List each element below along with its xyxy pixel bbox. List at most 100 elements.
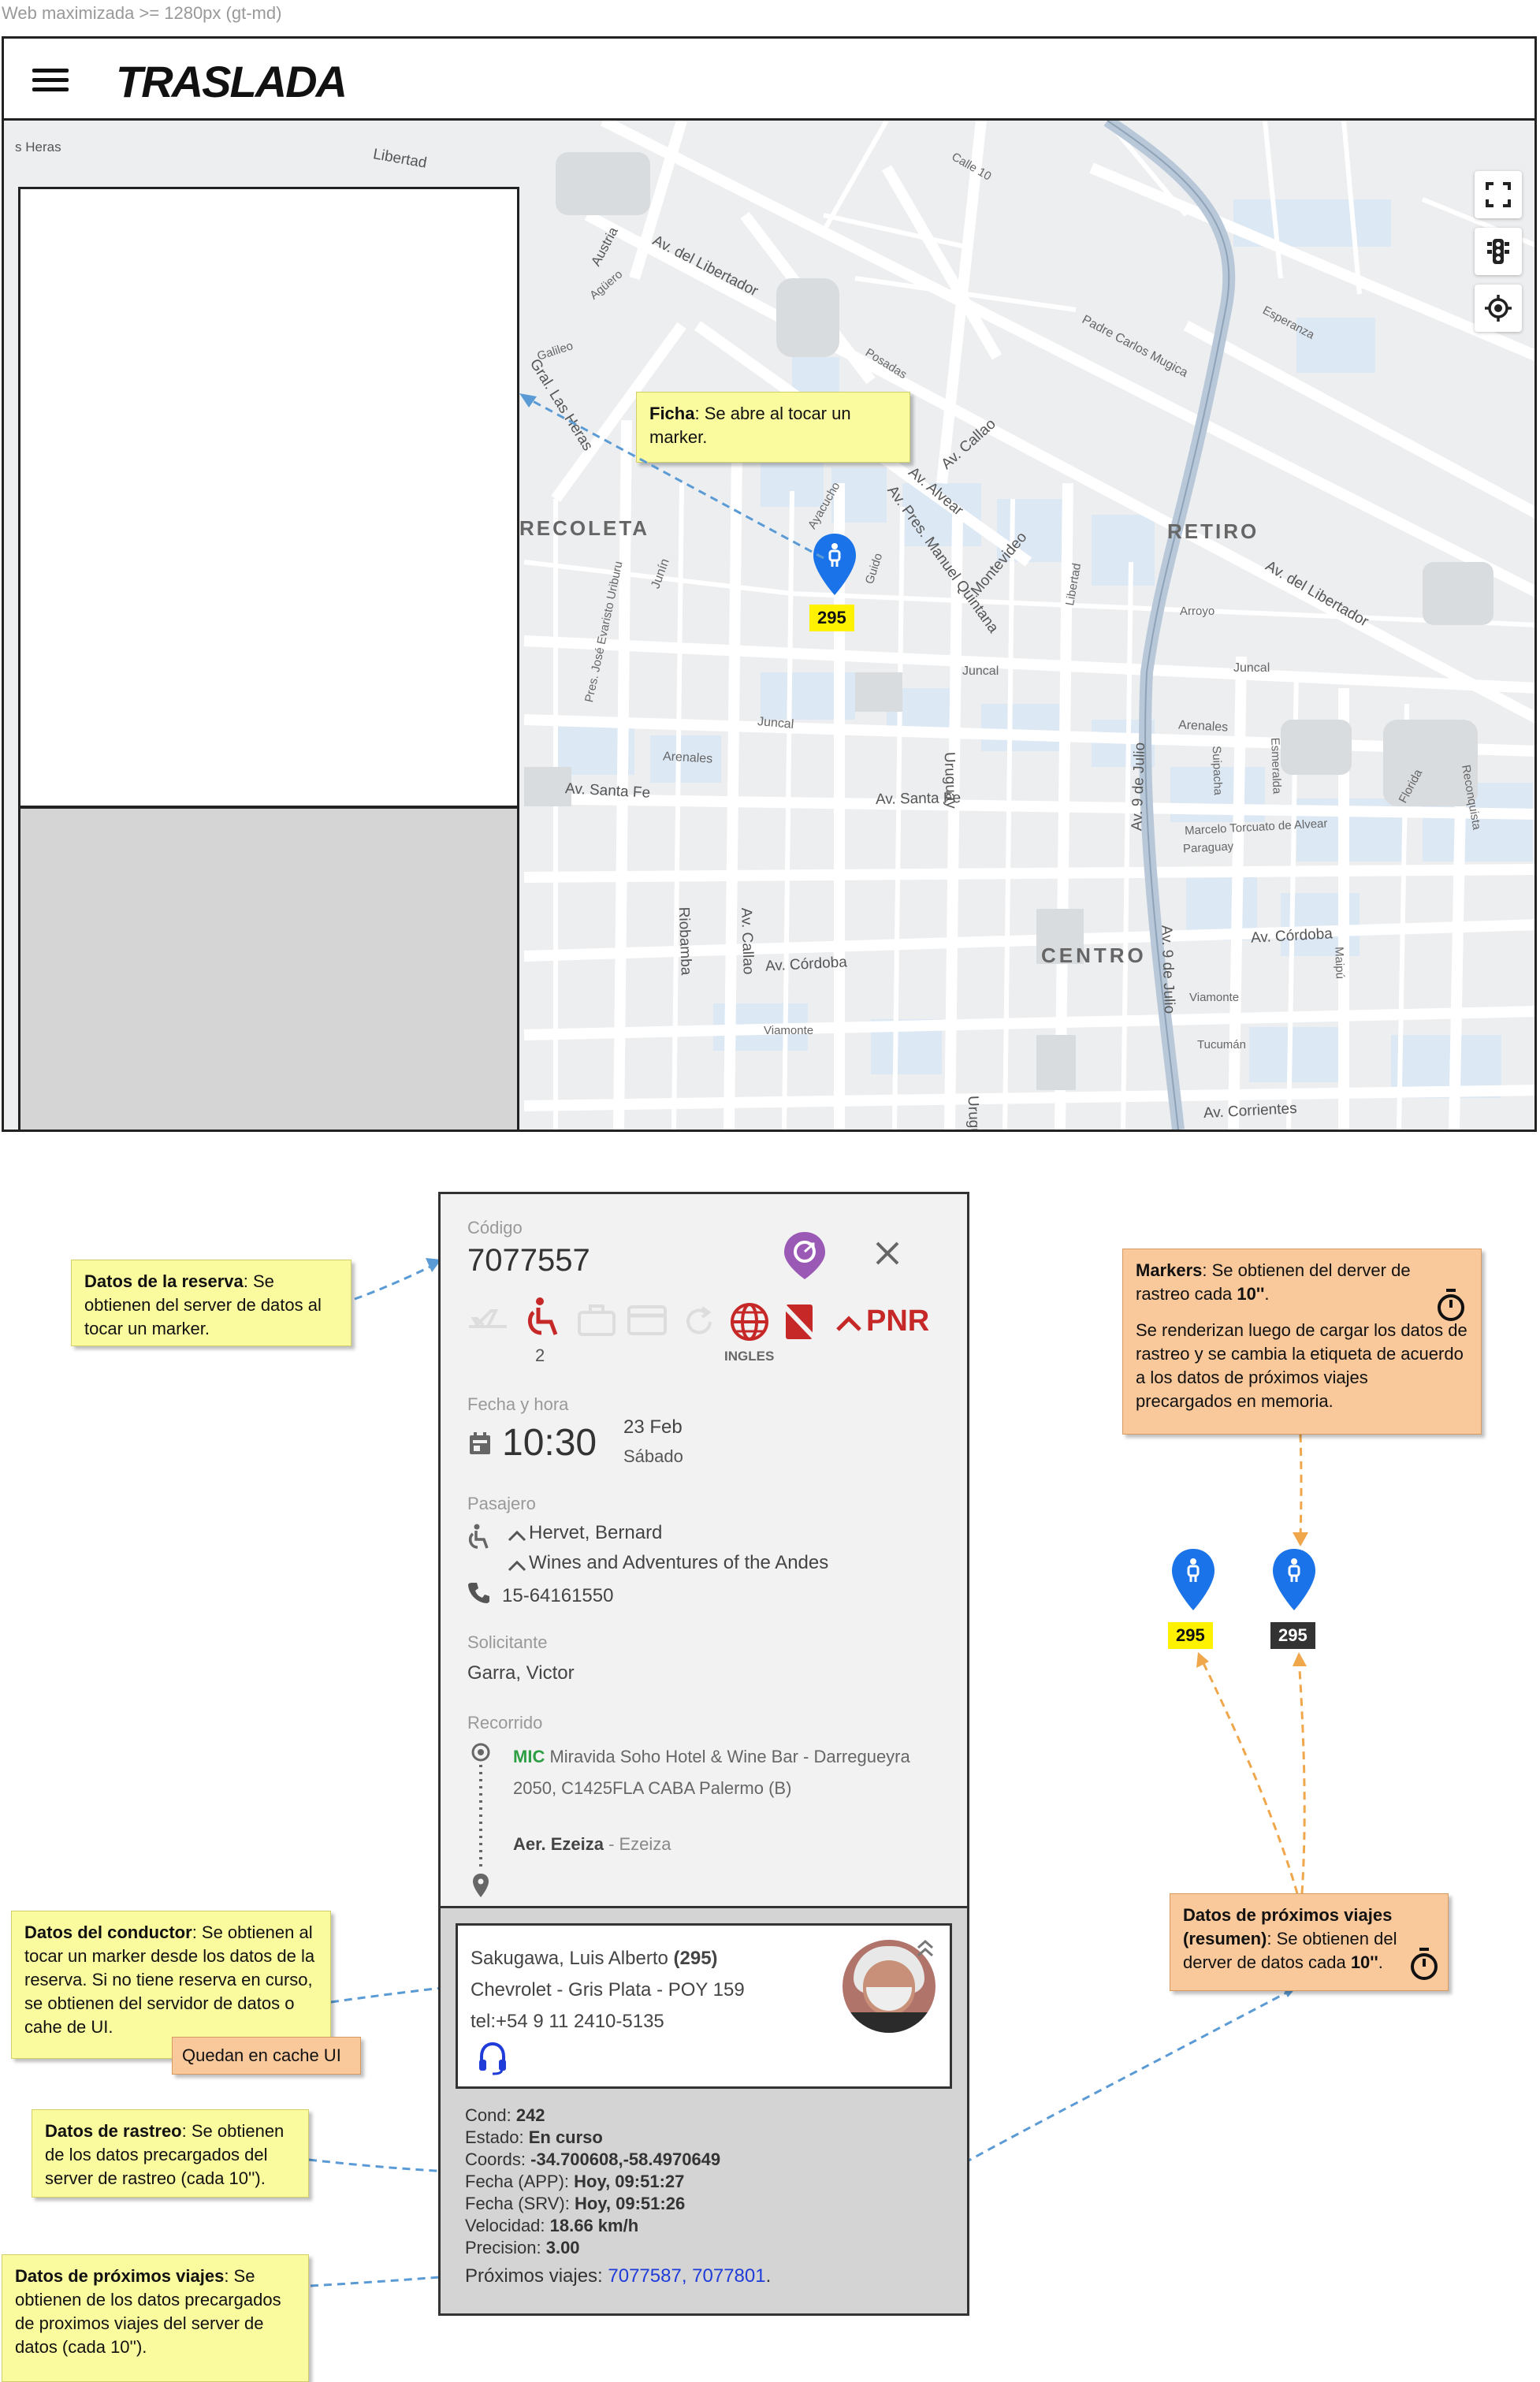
marker-demo-dark (1270, 1546, 1318, 1613)
marker-label[interactable]: 295 (809, 605, 854, 631)
street-label: Juncal (962, 664, 999, 678)
accessibility-icon (468, 1524, 489, 1549)
pax-count: 2 (535, 1345, 545, 1365)
codigo-label: Código (467, 1218, 523, 1238)
passenger-name: Hervet, Bernard (529, 1522, 663, 1543)
page-caption: Web maximizada >= 1280px (gt-md) (2, 3, 282, 23)
tracking-velocidad: Velocidad: 18.66 km/h (465, 2216, 639, 2235)
wheelchair-icon (527, 1297, 558, 1335)
street-label: Suipacha (1209, 745, 1225, 796)
chevron-up-icon[interactable] (835, 1314, 863, 1333)
passenger-company: Wines and Adventures of the Andes (529, 1552, 829, 1573)
route-destination: Aer. Ezeiza - Ezeiza (513, 1834, 671, 1855)
origin-code: MIC (513, 1747, 545, 1766)
street-label: Uruguay (964, 1095, 984, 1130)
note-markers-detail: Se renderizan luego de cargar los datos … (1136, 1320, 1467, 1411)
street-label: Viamonte (764, 1024, 814, 1037)
tracking-precision: Precision: 3.00 (465, 2238, 580, 2257)
booking-date: 23 Feb (623, 1416, 683, 1438)
street-label: Uruguay (940, 751, 960, 810)
route-line-icon (471, 1743, 490, 1897)
flight-icon (469, 1309, 507, 1328)
origin-address: Miravida Soho Hotel & Wine Bar - Darregu… (513, 1747, 910, 1798)
street-label: Av. Callao (737, 907, 757, 975)
destination-city: - Ezeiza (603, 1834, 671, 1854)
close-icon[interactable] (874, 1240, 901, 1267)
street-label: Arroyo (1180, 605, 1215, 618)
pasajero-label: Pasajero (467, 1494, 536, 1513)
track-location-icon[interactable] (781, 1230, 828, 1281)
fullscreen-icon (1486, 182, 1511, 207)
map-view[interactable]: RECOLETA RETIRO CENTRO Av. Santa Fe Av. … (4, 121, 1534, 1130)
calendar-icon (470, 1432, 490, 1454)
solicitante-label: Solicitante (467, 1632, 548, 1652)
booking-weekday: Sábado (623, 1446, 683, 1466)
chevron-up-icon[interactable] (507, 1558, 527, 1572)
requester-name: Garra, Victor (467, 1662, 575, 1684)
driver-name: Sakugawa, Luis Alberto (295) (471, 1948, 718, 1969)
note-proximos: Datos de próximos viajes: Se obtienen de… (2, 2254, 309, 2382)
chevron-up-icon[interactable] (507, 1528, 527, 1543)
passenger-phone[interactable]: 15-64161550 (502, 1585, 613, 1607)
street-label: Esmeralda (1268, 737, 1284, 795)
note-resumen: Datos de próximos viajes (resumen): Se o… (1170, 1893, 1449, 1991)
marker-demo-yellow (1170, 1546, 1217, 1613)
credit-card-icon (627, 1305, 667, 1335)
tracking-fecha-app: Fecha (APP): Hoy, 09:51:27 (465, 2172, 685, 2191)
driver-card: Sakugawa, Luis Alberto (295) Chevrolet -… (456, 1923, 952, 2089)
traffic-button[interactable] (1475, 228, 1522, 275)
fullscreen-button[interactable] (1475, 171, 1522, 218)
luggage-icon (578, 1305, 616, 1336)
booking-code: 7077557 (467, 1243, 590, 1278)
recorrido-label: Recorrido (467, 1713, 543, 1733)
route-origin: MIC Miravida Soho Hotel & Wine Bar - Dar… (513, 1741, 939, 1804)
note-reserva: Datos de la reserva: Se obtienen del ser… (71, 1260, 352, 1346)
note-cache: Quedan en cache UI (172, 2037, 361, 2075)
refresh-icon (686, 1306, 712, 1334)
booking-card: Código 7077557 2 INGLES PNR Fecha y hora… (438, 1192, 969, 1909)
tracking-coords: Coords: -34.700608,-58.4970649 (465, 2149, 721, 2169)
next-trips-links[interactable]: 7077587, 7077801 (608, 2265, 765, 2287)
headset-icon[interactable] (477, 2041, 508, 2075)
next-trips: Próximos viajes: 7077587, 7077801. (465, 2265, 772, 2287)
destination-name: Aer. Ezeiza (513, 1834, 604, 1854)
district-label: CENTRO (1041, 943, 1147, 967)
street-label: Riobamba (675, 906, 694, 976)
driver-car: Chevrolet - Gris Plata - POY 159 (471, 1979, 745, 2001)
street-label: Tucumán (1197, 1038, 1246, 1051)
tracking-fecha-srv: Fecha (SRV): Hoy, 09:51:26 (465, 2194, 686, 2213)
tracking-data: Cond: 242 Estado: En curso Coords: -34.7… (465, 2105, 771, 2287)
app-window: TRASLADA RECOLETA RETIRO CENTRO Av. Sant… (2, 36, 1537, 1132)
street-label: s Heras (15, 140, 61, 154)
language-label: INGLES (724, 1349, 775, 1364)
map-marker-icon (1273, 1549, 1315, 1610)
traffic-light-icon (1487, 239, 1509, 264)
detail-panel-top (18, 187, 519, 808)
street-label: Maipú (1332, 946, 1347, 980)
app-logo: TRASLADA (116, 57, 348, 106)
tracking-cond: Cond: 242 (465, 2105, 545, 2125)
street-label: Viamonte (1189, 991, 1240, 1004)
booking-time: 10:30 (502, 1422, 597, 1464)
street-label: Juncal (1233, 661, 1270, 675)
driver-phone[interactable]: tel:+54 9 11 2410-5135 (471, 2011, 664, 2033)
street-label: Av. 9 de Julio (1158, 925, 1178, 1014)
marker-label-dark: 295 (1270, 1622, 1315, 1649)
street-label: Arenales (1177, 718, 1229, 735)
street-label: Arenales (662, 750, 713, 766)
tracking-estado: Estado: En curso (465, 2127, 603, 2147)
collapse-icon[interactable] (915, 1938, 936, 1959)
note-rastreo: Datos de rastreo: Se obtienen de los dat… (32, 2109, 309, 2198)
pnr-label[interactable]: PNR (866, 1305, 929, 1338)
marker-label-yellow: 295 (1168, 1622, 1213, 1649)
my-location-button[interactable] (1475, 285, 1522, 332)
street-label: Paraguay (1182, 839, 1234, 856)
globe-icon (731, 1303, 768, 1341)
detail-panel-bottom (18, 806, 519, 1130)
fecha-label: Fecha y hora (467, 1394, 569, 1414)
menu-icon[interactable] (32, 69, 69, 92)
note-markers: Markers: Se obtienen del derver de rastr… (1122, 1249, 1482, 1435)
timer-icon (1438, 1289, 1464, 1321)
street-label: Av. 9 de Julio (1129, 742, 1149, 832)
timer-icon (1411, 1948, 1438, 1980)
